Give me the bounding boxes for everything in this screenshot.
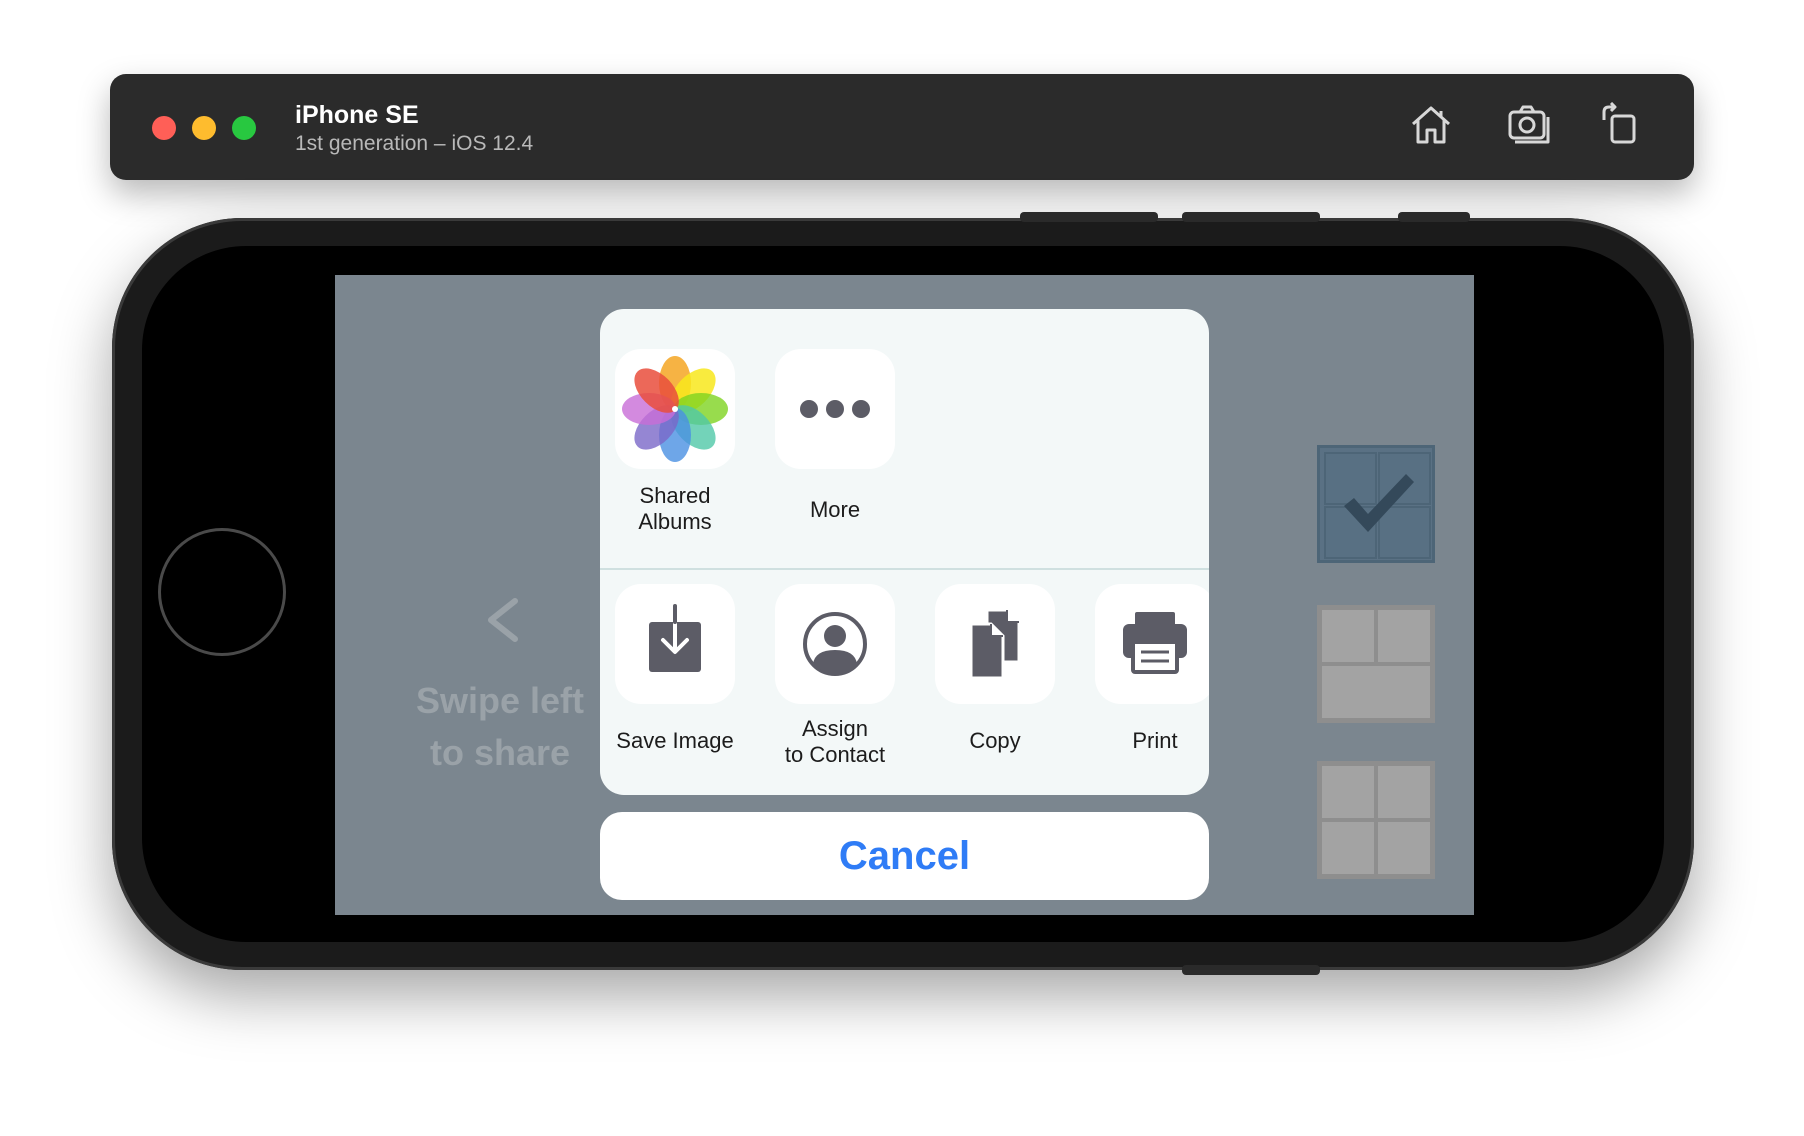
screenshot-icon[interactable]	[1506, 102, 1552, 148]
copy-icon	[935, 584, 1055, 704]
share-app-shared-albums[interactable]: Shared Albums	[600, 349, 750, 559]
share-app-more[interactable]: More	[760, 349, 910, 559]
layout-cell	[1378, 610, 1430, 662]
chevron-left-icon	[483, 595, 523, 645]
share-apps-row: Shared Albums More	[600, 309, 1209, 568]
action-save-image[interactable]: Save Image	[600, 584, 750, 784]
device-home-button[interactable]	[158, 528, 286, 656]
layout-cell	[1378, 822, 1430, 874]
action-print[interactable]: Print	[1080, 584, 1209, 784]
home-icon[interactable]	[1408, 102, 1454, 148]
swipe-hint: Swipe left to share	[415, 680, 585, 773]
layout-option-two-by-two[interactable]	[1317, 761, 1435, 879]
action-assign-to-contact[interactable]: Assign to Contact	[760, 584, 910, 784]
volume-down-button	[1182, 212, 1320, 222]
action-copy[interactable]: Copy	[920, 584, 1070, 784]
more-icon	[775, 349, 895, 469]
device-subtitle: 1st generation – iOS 12.4	[295, 132, 534, 155]
layout-cell	[1322, 822, 1374, 874]
print-icon	[1095, 584, 1209, 704]
zoom-window-button[interactable]	[232, 116, 256, 140]
close-window-button[interactable]	[152, 116, 176, 140]
layout-cell	[1322, 666, 1430, 718]
contact-icon	[775, 584, 895, 704]
power-button	[1182, 965, 1320, 975]
rotate-icon[interactable]	[1598, 102, 1644, 148]
layout-cell	[1322, 766, 1374, 818]
device-name: iPhone SE	[295, 101, 419, 129]
volume-up-button	[1020, 212, 1158, 222]
action-label: Assign to Contact	[784, 716, 886, 767]
share-app-label: More	[809, 497, 861, 522]
photos-icon	[615, 349, 735, 469]
action-label: Print	[1132, 728, 1178, 753]
share-sheet: Shared Albums More Save Image Assign to …	[600, 309, 1209, 795]
action-label: Copy	[969, 728, 1021, 753]
share-actions-row: Save Image Assign to Contact Copy Print	[600, 570, 1209, 795]
share-app-label: Shared Albums	[638, 483, 712, 534]
save-image-icon	[615, 584, 735, 704]
action-label: Save Image	[616, 728, 734, 753]
mute-switch	[1398, 212, 1470, 222]
layout-option-grid-selected[interactable]	[1317, 445, 1435, 563]
layout-cell	[1378, 766, 1430, 818]
minimize-window-button[interactable]	[192, 116, 216, 140]
layout-option-two-top-one-bottom[interactable]	[1317, 605, 1435, 723]
cancel-button[interactable]: Cancel	[600, 812, 1209, 900]
checkmark-icon	[1338, 468, 1418, 538]
simulator-title-bar: iPhone SE 1st generation – iOS 12.4	[110, 74, 1694, 180]
layout-cell	[1322, 610, 1374, 662]
